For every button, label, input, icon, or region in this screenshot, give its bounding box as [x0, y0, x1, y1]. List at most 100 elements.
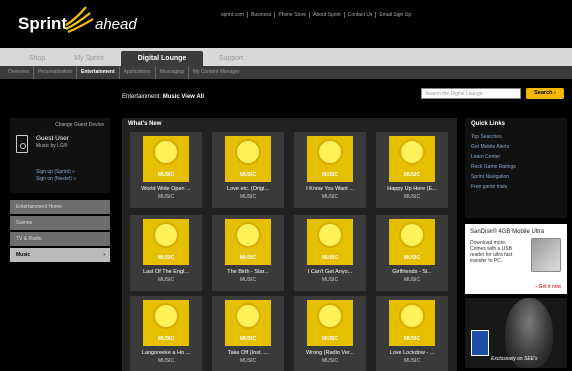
album-cover[interactable]: MUSIC [307, 219, 353, 265]
tab-support[interactable]: Support [208, 51, 254, 66]
music-tile[interactable]: MUSIC World Wide Open ... MUSIC [130, 132, 202, 208]
sign-up-link[interactable]: Sign up (Sprint) » [36, 169, 75, 175]
category-music[interactable]: Music › [10, 248, 110, 262]
fifty-cent-ad[interactable]: Exclusively on SEE's [465, 298, 567, 368]
music-tile[interactable]: MUSIC I Can't Get Anyo... MUSIC [294, 215, 366, 291]
album-cover[interactable]: MUSIC [389, 219, 435, 265]
subnav-content-manager[interactable]: My Content Manager [189, 66, 244, 79]
album-cover[interactable]: MUSIC [307, 300, 353, 346]
breadcrumb-prefix[interactable]: Entertainment: [122, 94, 161, 100]
tile-title[interactable]: Happy Up Here (E... [376, 186, 448, 192]
cover-label: MUSIC [157, 255, 175, 261]
phone-icon [16, 135, 28, 153]
quick-link[interactable]: Free game trials [465, 182, 567, 192]
album-cover[interactable]: MUSIC [225, 300, 271, 346]
tile-title[interactable]: Last Of The Engl... [130, 269, 202, 275]
change-device-link[interactable]: Change Guest Device [10, 118, 110, 128]
music-tile[interactable]: MUSIC Girlfriends - Si... MUSIC [376, 215, 448, 291]
album-cover[interactable]: MUSIC [143, 300, 189, 346]
sandisk-ad[interactable]: SanDisk® 4GB Mobile Ultra Download more.… [465, 224, 567, 294]
quick-link[interactable]: Rock Game Ratings [465, 162, 567, 172]
search-input[interactable]: Search the Digital Lounge [421, 88, 521, 99]
top-bar: Sprint ahead sprint.com Business Phone S… [0, 0, 572, 48]
view-all-link[interactable]: View All [181, 94, 204, 100]
album-cover[interactable]: MUSIC [143, 136, 189, 182]
tile-title[interactable]: World Wide Open ... [130, 186, 202, 192]
quick-link[interactable]: Get Mobile Alerts [465, 142, 567, 152]
cover-label: MUSIC [157, 172, 175, 178]
sprint-burst-icon [65, 6, 94, 33]
top-link[interactable]: Phone Store [275, 12, 311, 18]
tile-title[interactable]: I Can't Get Anyo... [294, 269, 366, 275]
tile-title[interactable]: The Birth - Star... [212, 269, 284, 275]
tile-title[interactable]: Girlfriends - Si... [376, 269, 448, 275]
top-link[interactable]: About Sprint [310, 12, 345, 18]
top-link[interactable]: Email Sign Up [376, 12, 414, 18]
music-tile[interactable]: MUSIC Last Of The Engl... MUSIC [130, 215, 202, 291]
subnav-personalization[interactable]: Personalization [34, 66, 78, 79]
music-tile[interactable]: MUSIC Happy Up Here (E... MUSIC [376, 132, 448, 208]
album-cover[interactable]: MUSIC [225, 136, 271, 182]
music-disc-icon [153, 303, 179, 329]
get-it-now-link[interactable]: › Get it now [535, 284, 561, 290]
music-tile[interactable]: MUSIC Langoreeke a Ho ... MUSIC [130, 296, 202, 371]
tile-title[interactable]: I Know You Want ... [294, 186, 366, 192]
tile-category: MUSIC [157, 358, 175, 364]
music-disc-icon [317, 303, 343, 329]
album-cover[interactable]: MUSIC [143, 219, 189, 265]
tile-title[interactable]: Wrong (Radio Ver... [294, 350, 366, 356]
whats-new-heading: What's New [128, 121, 162, 127]
category-entertainment-home[interactable]: Entertainment Home [10, 200, 110, 214]
search-button[interactable]: Search › [526, 88, 564, 99]
tile-category: MUSIC [403, 277, 421, 283]
tile-category: MUSIC [321, 358, 339, 364]
music-tile[interactable]: MUSIC Love Lockdow - ... MUSIC [376, 296, 448, 371]
tab-my-sprint[interactable]: My Sprint [64, 51, 114, 66]
album-cover[interactable]: MUSIC [307, 136, 353, 182]
music-disc-icon [235, 303, 261, 329]
tile-category: MUSIC [157, 277, 175, 283]
sprint-logo[interactable]: Sprint [18, 14, 67, 34]
top-link[interactable]: Business [248, 12, 276, 18]
quick-links-heading: Quick Links [471, 121, 506, 127]
quick-link[interactable]: Top Searches [465, 132, 567, 142]
music-disc-icon [317, 139, 343, 165]
chevron-right-icon: › [103, 252, 105, 258]
tile-title[interactable]: Langoreeke a Ho ... [130, 350, 202, 356]
album-cover[interactable]: MUSIC [389, 300, 435, 346]
category-tv-radio[interactable]: TV & Radio [10, 232, 110, 246]
subnav-applications[interactable]: Applications [120, 66, 156, 79]
tile-category: MUSIC [403, 358, 421, 364]
music-tile[interactable]: MUSIC Love etc. (Origi... MUSIC [212, 132, 284, 208]
subnav-overview[interactable]: Overview [4, 66, 34, 79]
tab-shop[interactable]: Shop [18, 51, 56, 66]
top-link[interactable]: sprint.com [218, 12, 249, 18]
category-games[interactable]: Games [10, 216, 110, 230]
album-cover[interactable]: MUSIC [225, 219, 271, 265]
whats-new-panel: What's New MUSIC World Wide Open ... MUSIC… [122, 118, 457, 371]
tab-digital-lounge[interactable]: Digital Lounge [121, 51, 203, 66]
cover-label: MUSIC [321, 336, 339, 342]
music-disc-icon [399, 222, 425, 248]
music-tile[interactable]: MUSIC Take Off (Inst. ... MUSIC [212, 296, 284, 371]
sign-on-link[interactable]: Sign on (Nextel) » [36, 176, 76, 182]
tile-title[interactable]: Love etc. (Origi... [212, 186, 284, 192]
quick-links-panel: Quick Links Top Searches Get Mobile Aler… [465, 118, 567, 218]
music-tile[interactable]: MUSIC Wrong (Radio Ver... MUSIC [294, 296, 366, 371]
music-tile[interactable]: MUSIC The Birth - Star... MUSIC [212, 215, 284, 291]
music-disc-icon [399, 139, 425, 165]
album-cover[interactable]: MUSIC [389, 136, 435, 182]
quick-link[interactable]: Learn Center [465, 152, 567, 162]
tile-title[interactable]: Love Lockdow - ... [376, 350, 448, 356]
ad-body: Download more. Comes with a USB reader f… [470, 240, 513, 264]
quick-link[interactable]: Sprint Navigation [465, 172, 567, 182]
top-link[interactable]: Contact Us [345, 12, 377, 18]
tile-title[interactable]: Take Off (Inst. ... [212, 350, 284, 356]
cover-label: MUSIC [403, 336, 421, 342]
subnav-messaging[interactable]: Messaging [156, 66, 189, 79]
subnav-entertainment[interactable]: Entertainment [77, 66, 120, 79]
music-tile[interactable]: MUSIC I Know You Want ... MUSIC [294, 132, 366, 208]
tile-category: MUSIC [239, 358, 257, 364]
main-tabs: Shop My Sprint Digital Lounge Support [0, 48, 572, 66]
music-disc-icon [153, 222, 179, 248]
